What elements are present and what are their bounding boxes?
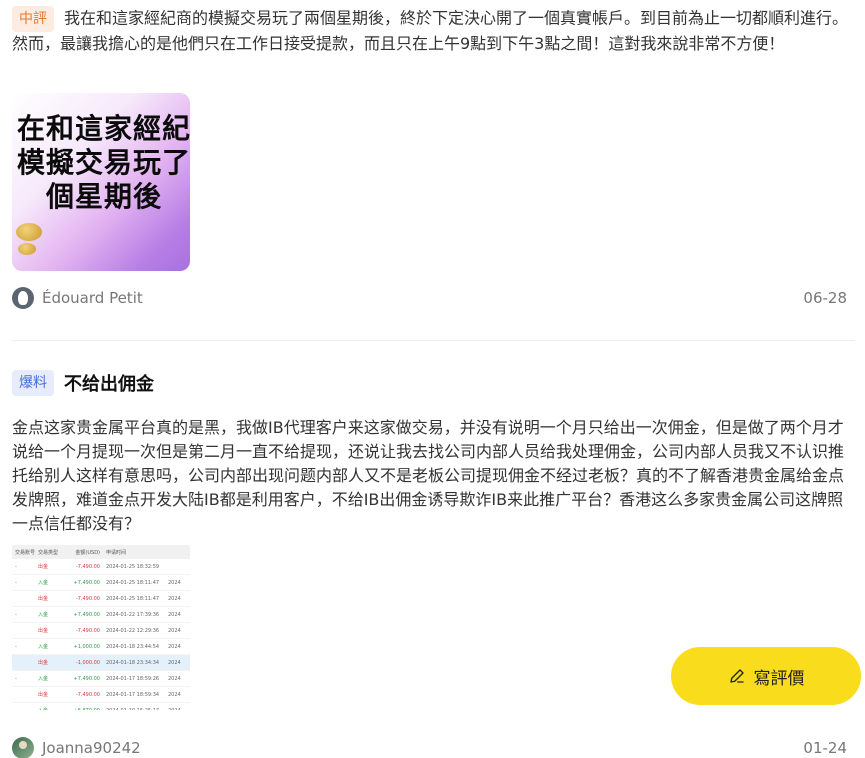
table-cell: +6,870.00 bbox=[64, 708, 106, 711]
review-author[interactable]: Édouard Petit bbox=[12, 287, 143, 309]
table-cell: 出金 bbox=[38, 628, 49, 634]
avatar bbox=[12, 737, 34, 758]
table-cell: - bbox=[15, 675, 17, 682]
table-row: - 入金 +7,490.00 2024-01-25 18:11:47 2024 bbox=[12, 575, 190, 591]
gold-coin-graphic bbox=[18, 243, 36, 255]
table-cell: 2024-01-18 23:44:54 bbox=[106, 643, 160, 650]
table-row: - 入金 +1,000.00 2024-01-18 23:44:54 2024 bbox=[12, 639, 190, 655]
table-row: - 入金 +7,490.00 2024-01-22 17:39:36 2024 bbox=[12, 607, 190, 623]
table-cell: -7,490.00 bbox=[75, 627, 100, 634]
table-cell: 出金 bbox=[38, 692, 49, 698]
table-row: 出金 -7,490.00 2024-01-25 18:11:47 2024 bbox=[12, 591, 190, 607]
table-header: 交易账号 交易类型 金额(USD) 申请时间 bbox=[12, 545, 190, 559]
column-header: 交易账号 bbox=[15, 549, 36, 556]
table-cell: 2024 bbox=[168, 675, 181, 682]
table-cell: - bbox=[15, 579, 17, 586]
write-review-button[interactable]: 寫評價 bbox=[671, 647, 861, 705]
table-cell: 出金 bbox=[38, 660, 49, 666]
table-cell: 2024-01-25 18:32:59 bbox=[106, 563, 160, 570]
table-cell: 2024-01-10 15:25:17 bbox=[106, 708, 168, 711]
table-cell: 出金 bbox=[38, 596, 49, 602]
review-body: 中評 我在和這家經紀商的模擬交易玩了兩個星期後，終於下定決心開了一個真實帳戶。到目… bbox=[12, 0, 855, 56]
review-title-row: 爆料 不给出佣金 bbox=[12, 366, 855, 400]
table-row: - 入金 +7,490.00 2024-01-17 18:59:26 2024 bbox=[12, 671, 190, 687]
table-cell: 2024 bbox=[168, 643, 181, 650]
review-image[interactable]: 交易账号 交易类型 金额(USD) 申请时间 - 出金 -7,490.00 2024-… bbox=[12, 545, 190, 710]
table-cell: 2024 bbox=[168, 595, 181, 602]
author-name: Édouard Petit bbox=[42, 289, 143, 307]
table-cell: 入金 bbox=[38, 676, 49, 682]
table-cell: 2024-01-18 23:34:34 bbox=[106, 659, 160, 666]
table-cell: 2024 bbox=[168, 579, 181, 586]
review-author[interactable]: Joanna90242 bbox=[12, 737, 141, 758]
exposure-badge: 爆料 bbox=[12, 370, 54, 396]
table-cell: -7,490.00 bbox=[75, 563, 100, 570]
table-body: - 出金 -7,490.00 2024-01-25 18:32:59- 入金 +7,490… bbox=[12, 559, 190, 710]
table-cell: 2024 bbox=[168, 659, 181, 666]
table-cell: 入金 bbox=[38, 580, 49, 586]
review-image[interactable]: 在和這家經紀 模擬交易玩了 個星期後 bbox=[12, 93, 190, 271]
table-cell: 2024-01-17 18:59:34 bbox=[106, 691, 160, 698]
table-cell: +7,490.00 bbox=[73, 675, 100, 682]
table-cell: +7,490.00 bbox=[73, 611, 100, 618]
table-row: 出金 -7,490.00 2024-01-17 18:59:34 2024 bbox=[12, 687, 190, 703]
table-cell: +7,490.00 bbox=[73, 579, 100, 586]
table-cell: - bbox=[15, 611, 17, 618]
review-card: 中評 我在和這家經紀商的模擬交易玩了兩個星期後，終於下定決心開了一個真實帳戶。到目… bbox=[12, 0, 855, 309]
table-row: -入金+6,870.002024-01-10 15:25:172024 bbox=[12, 703, 190, 711]
column-header: 申请时间 bbox=[106, 549, 127, 556]
write-review-label: 寫評價 bbox=[753, 668, 805, 688]
review-card: 爆料 不给出佣金 金点这家贵金属平台真的是黑，我做IB代理客户来这家做交易，并没… bbox=[12, 340, 855, 758]
table-cell: 入金 bbox=[38, 612, 49, 618]
table-cell: 2024-01-22 17:39:36 bbox=[106, 611, 160, 618]
table-cell: -1,000.00 bbox=[75, 659, 100, 666]
table-cell: 2024 bbox=[168, 611, 181, 618]
table-cell: -7,490.00 bbox=[75, 691, 100, 698]
table-cell: 2024-01-25 18:11:47 bbox=[106, 579, 160, 586]
table-cell: -7,490.00 bbox=[75, 595, 100, 602]
table-cell: 2024-01-17 18:59:26 bbox=[106, 675, 160, 682]
table-cell: 2024 bbox=[168, 691, 181, 698]
review-date: 06-28 bbox=[803, 289, 847, 307]
table-row: - 出金 -7,490.00 2024-01-25 18:32:59 bbox=[12, 559, 190, 575]
avatar bbox=[12, 287, 34, 309]
table-cell: +1,000.00 bbox=[73, 643, 100, 650]
table-cell: - bbox=[15, 563, 17, 570]
review-date: 01-24 bbox=[803, 739, 847, 757]
table-cell: 入金 bbox=[38, 644, 49, 650]
review-text: 金点这家贵金属平台真的是黑，我做IB代理客户来这家做交易，并没有说明一个月只给出… bbox=[12, 418, 845, 533]
table-cell: 2024-01-25 18:11:47 bbox=[106, 595, 160, 602]
gold-coin-graphic bbox=[16, 223, 42, 241]
table-cell: 2024 bbox=[168, 627, 181, 634]
image-text-line: 個星期後 bbox=[45, 180, 162, 213]
pen-icon bbox=[729, 669, 744, 683]
table-cell: 入金 bbox=[38, 707, 64, 710]
author-name: Joanna90242 bbox=[42, 739, 141, 757]
table-cell: 出金 bbox=[38, 564, 49, 570]
table-row: 出金 -1,000.00 2024-01-18 23:34:34 2024 bbox=[12, 655, 190, 671]
table-cell: - bbox=[12, 708, 38, 711]
rating-badge: 中評 bbox=[12, 6, 54, 32]
table-cell: - bbox=[15, 643, 17, 650]
table-cell: 2024 bbox=[168, 708, 190, 711]
column-header: 金额(USD) bbox=[75, 549, 100, 556]
review-title[interactable]: 不给出佣金 bbox=[64, 370, 154, 396]
table-cell: 2024-01-22 12:29:36 bbox=[106, 627, 160, 634]
review-text: 我在和這家經紀商的模擬交易玩了兩個星期後，終於下定決心開了一個真實帳戶。到目前為… bbox=[12, 8, 849, 54]
column-header: 交易类型 bbox=[38, 549, 59, 556]
table-row: 出金 -7,490.00 2024-01-22 12:29:36 2024 bbox=[12, 623, 190, 639]
